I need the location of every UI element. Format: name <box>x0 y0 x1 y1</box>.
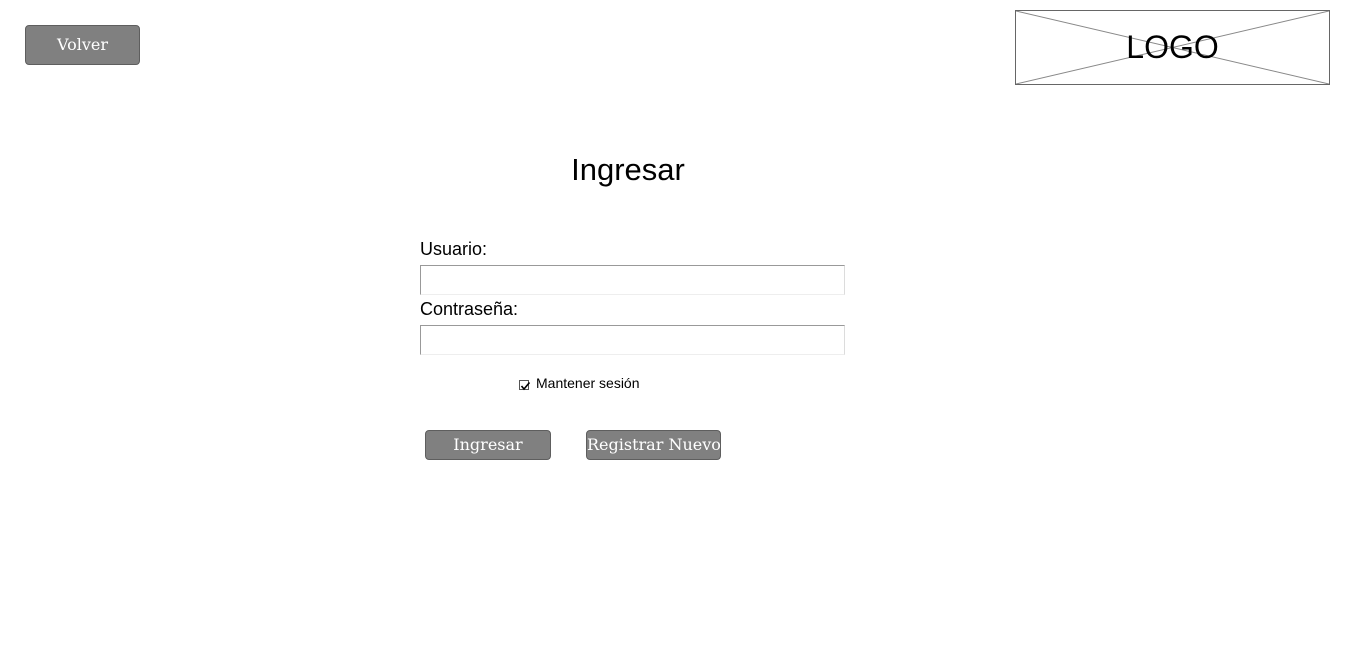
password-label: Contraseña: <box>420 299 519 319</box>
login-button[interactable]: Ingresar <box>425 430 551 460</box>
back-button[interactable]: Volver <box>25 25 140 65</box>
remember-session-checkbox[interactable] <box>519 380 531 391</box>
remember-session-label: Mantener sesión <box>536 375 640 391</box>
page-title: Ingresar <box>571 152 685 187</box>
logo-text: LOGO <box>1126 29 1219 65</box>
register-button[interactable]: Registrar Nuevo <box>586 430 721 460</box>
checkmark-icon <box>520 381 531 391</box>
logo-placeholder: LOGO <box>1015 10 1330 85</box>
username-label: Usuario: <box>420 239 488 259</box>
password-field[interactable] <box>420 325 845 355</box>
username-field[interactable] <box>420 265 845 295</box>
